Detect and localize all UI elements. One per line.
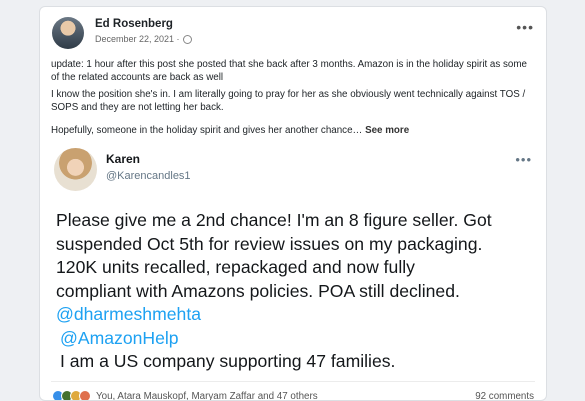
tweet-line-1: Please give me a 2nd chance! I'm an 8 fi… <box>56 210 492 230</box>
post-paragraph-1: update: 1 hour after this post she poste… <box>51 59 527 83</box>
post-paragraph-3: Hopefully, someone in the holiday spirit… <box>51 125 529 138</box>
love-icon <box>79 390 91 400</box>
tweet-line-4: compliant with Amazons policies. POA sti… <box>56 280 460 301</box>
author-avatar[interactable] <box>52 17 84 49</box>
tweet-line-3: 120K units recalled, repackaged and now … <box>56 257 415 277</box>
author-name[interactable]: Ed Rosenberg <box>95 18 173 30</box>
post-card: Ed Rosenberg December 22, 2021 · ••• upd… <box>39 6 547 401</box>
tweet-avatar <box>54 148 97 191</box>
reactions-text[interactable]: You, Atara Mauskopf, Maryam Zaffar and 4… <box>96 391 318 401</box>
see-more-link[interactable]: See more <box>365 125 409 136</box>
post-paragraph-3-text: Hopefully, someone in the holiday spirit… <box>51 125 363 136</box>
tweet-handle: @Karencandles1 <box>106 170 191 182</box>
reactions-summary[interactable]: You, Atara Mauskopf, Maryam Zaffar and 4… <box>52 390 318 401</box>
post-more-icon[interactable]: ••• <box>516 19 534 35</box>
tweet-more-icon: ••• <box>515 152 532 167</box>
post-paragraph-2: I know the position she's in. I am liter… <box>51 89 526 113</box>
tweet-mention-2: @AmazonHelp <box>60 327 179 348</box>
post-date-text: December 22, 2021 · <box>95 34 180 44</box>
footer-divider <box>51 381 535 382</box>
comments-count[interactable]: 92 comments <box>475 391 534 400</box>
tweet-last-line: I am a US company supporting 47 families… <box>60 351 396 371</box>
tweet-line-2: suspended Oct 5th for review issues on m… <box>56 233 483 254</box>
globe-icon <box>182 34 192 44</box>
tweet-body: Please give me a 2nd chance! I'm an 8 fi… <box>56 209 534 374</box>
tweet-author-name: Karen <box>106 152 141 166</box>
post-date: December 22, 2021 · <box>95 34 192 44</box>
embedded-tweet-image[interactable]: Karen @Karencandles1 ••• Please give me … <box>54 148 540 376</box>
tweet-mention-1: @dharmeshmehta <box>56 304 201 324</box>
